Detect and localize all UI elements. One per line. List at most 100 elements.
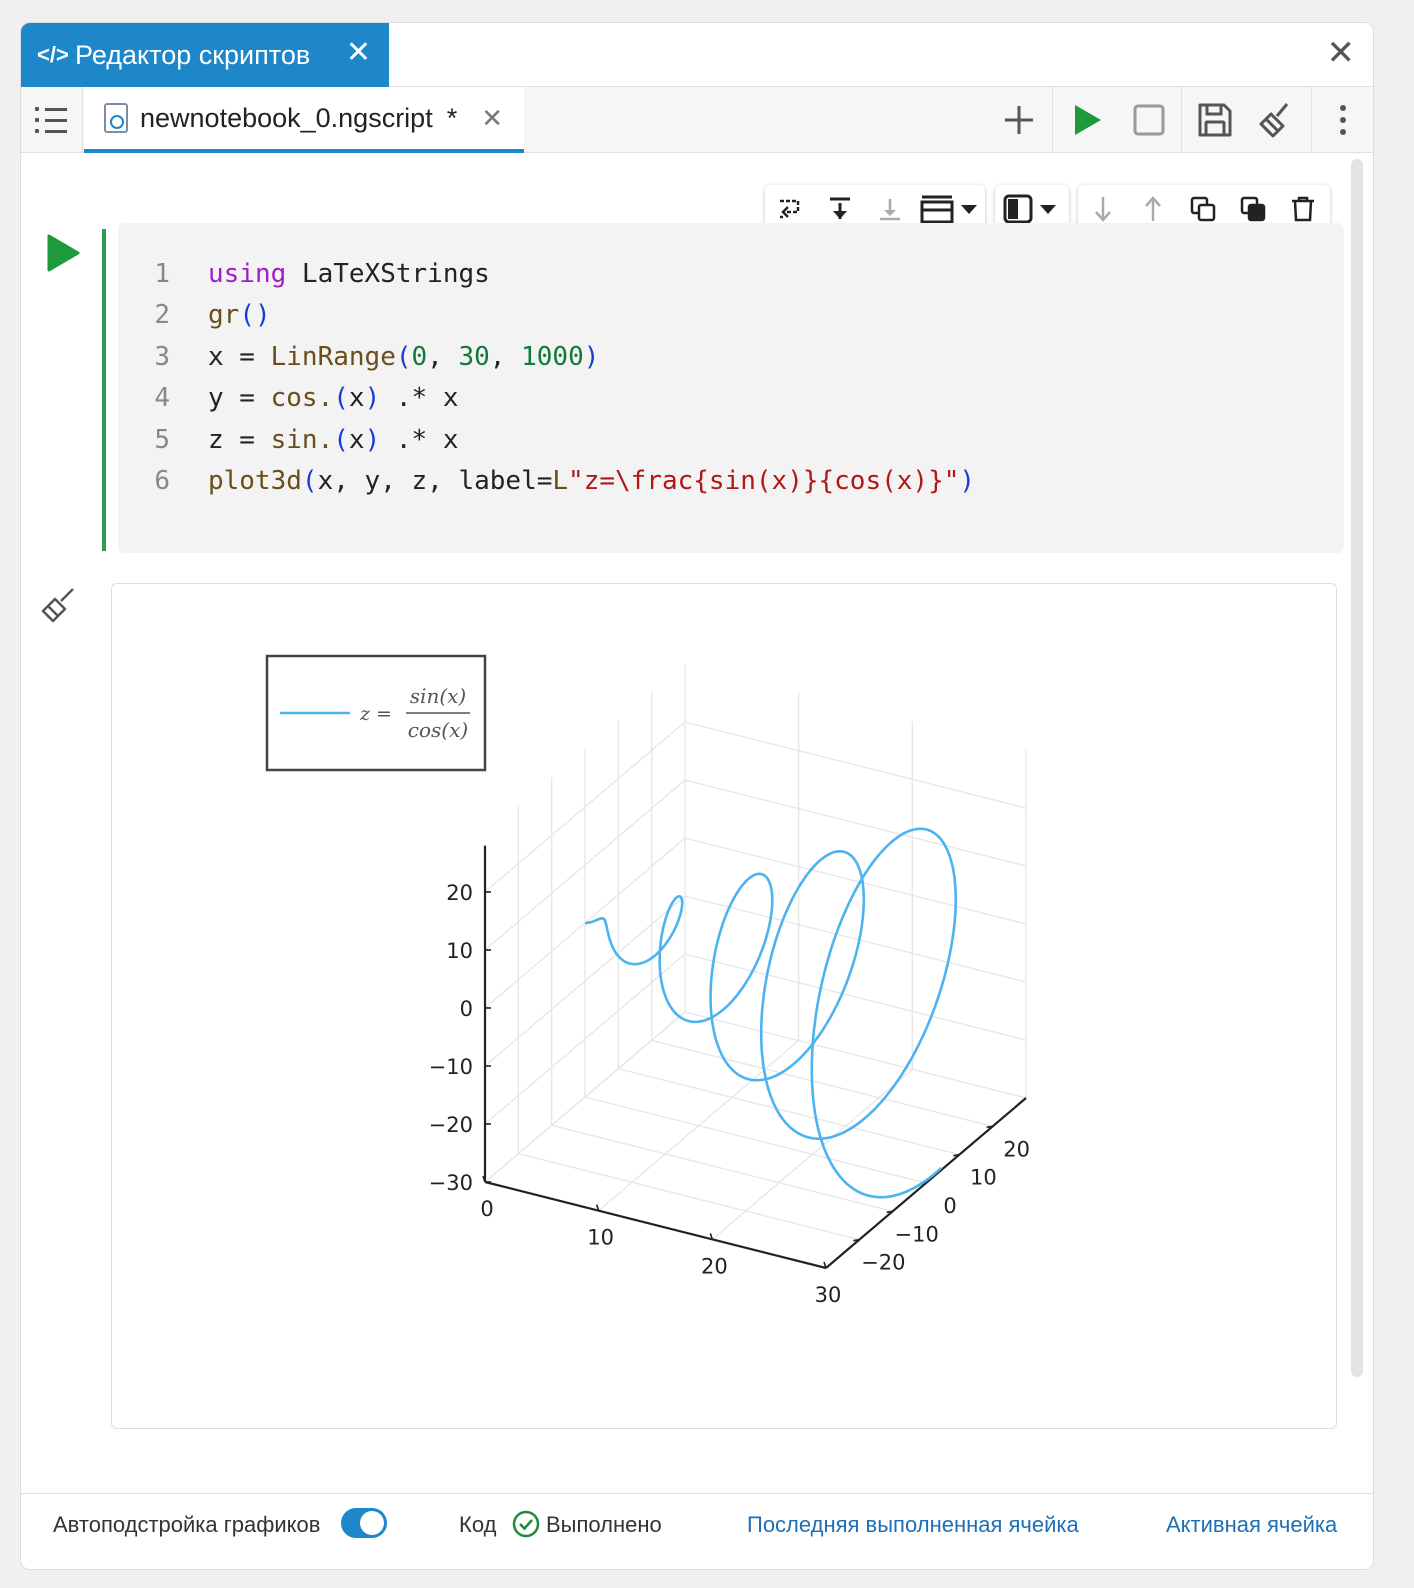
code-token: z = [208, 424, 271, 455]
kebab-menu-icon [1340, 105, 1346, 135]
script-file-icon [104, 103, 128, 133]
code-token: .* x [380, 383, 459, 414]
line-number: 2 [154, 300, 170, 331]
outline-menu-button[interactable] [21, 87, 83, 153]
y-tick-mark [886, 1210, 893, 1214]
broom-icon [1259, 103, 1289, 138]
file-tab-close-icon[interactable]: ✕ [481, 103, 503, 134]
code-token: ) [364, 383, 381, 414]
y-tick-label: 20 [1003, 1137, 1030, 1161]
y-tick-label: 10 [970, 1166, 997, 1190]
grid-line [651, 1039, 993, 1127]
clear-output-button[interactable] [37, 585, 77, 630]
y-tick-label: −10 [895, 1222, 939, 1246]
save-button[interactable] [1183, 87, 1247, 153]
z-tick-label: 20 [446, 881, 473, 905]
run-cell-button[interactable] [45, 233, 81, 278]
grid-line [518, 1153, 860, 1241]
code-token: ) [364, 424, 381, 455]
play-icon [47, 234, 80, 272]
active-cell-link[interactable]: Активная ячейка [1166, 1510, 1337, 1540]
legend-lhs: z = [359, 703, 392, 725]
check-circle-icon [512, 1510, 540, 1538]
y-tick-mark [853, 1238, 860, 1242]
run-all-button[interactable] [1055, 87, 1119, 153]
clear-outputs-button[interactable] [1245, 87, 1309, 153]
x-tick-label: 0 [480, 1197, 493, 1221]
code-line: 3 x = LinRange(0, 30, 1000) [118, 336, 975, 378]
code-token: ( [395, 341, 412, 372]
autofit-label: Автоподстройка графиков [53, 1512, 321, 1537]
grid-line [684, 1011, 1027, 1099]
stop-icon [1133, 104, 1165, 136]
plot3d-figure: −30−20−10010200102030−20−1001020 z = sin… [265, 654, 1030, 1307]
code-editor[interactable]: 1 using LaTeXStrings 2 gr() 3 x = LinRan… [118, 223, 1344, 553]
code-token: 0 [411, 341, 428, 372]
cell-output: −30 −20 −10 0 10 20 0 10 20 30 −20 −10 0 10 20 z = sin… [111, 583, 1337, 1429]
add-cell-button[interactable] [987, 87, 1051, 153]
play-icon [1075, 105, 1101, 135]
x-tick-label: 10 [587, 1226, 614, 1250]
save-icon [1198, 103, 1232, 137]
code-line: 1 using LaTeXStrings [118, 253, 975, 295]
code-token: ) [583, 341, 600, 372]
code-token: x [348, 424, 365, 455]
execution-status: Выполнено [546, 1512, 662, 1537]
code-line: 2 gr() [118, 295, 975, 337]
code-token: ) [959, 466, 976, 497]
arrow-to-bottom-icon [830, 197, 850, 219]
code-token: plot3d [208, 466, 302, 497]
line-number: 1 [154, 258, 170, 289]
grid-line [551, 1124, 893, 1212]
file-tab-name: newnotebook_0.ngscript [140, 102, 433, 133]
stop-button[interactable] [1117, 87, 1181, 153]
code-token: ( [333, 383, 349, 414]
code-line: 6 plot3d(x, y, z, label= L "z=\frac{sin(x)… [118, 461, 975, 503]
y-tick-label: −20 [861, 1251, 905, 1275]
status-bar: Автоподстройка графиков Код Выполнено По… [21, 1493, 1373, 1569]
code-token: ( [301, 466, 318, 497]
autofit-toggle[interactable] [341, 1508, 387, 1538]
code-line: 5 z = sin.(x) .* x [118, 419, 975, 461]
code-token: x = [208, 341, 271, 372]
arrow-down-icon [1095, 197, 1111, 222]
code-icon: </> [37, 42, 69, 67]
x-axis [484, 1180, 827, 1270]
tab-notebook-file[interactable]: newnotebook_0.ngscript * ✕ [84, 87, 524, 153]
grid-line [684, 721, 1027, 809]
duplicate-icon [1240, 196, 1266, 222]
script-editor-window: </> Редактор скриптов ✕ ✕ newnotebook_0.… [20, 22, 1374, 1570]
legend-denominator: cos(x) [408, 718, 468, 742]
z-tick-label: 0 [460, 997, 473, 1021]
x-tick-label: 20 [701, 1254, 728, 1278]
code-token: y = [208, 383, 271, 414]
code-token: 30 [458, 341, 490, 372]
copy-icon [1190, 196, 1216, 222]
code-label: Код [459, 1512, 497, 1537]
code-token: LaTeXStrings [286, 258, 490, 289]
last-executed-cell-link[interactable]: Последняя выполненная ячейка [747, 1510, 1079, 1540]
tab-close-icon[interactable]: ✕ [346, 35, 371, 70]
grid-line [684, 779, 1027, 867]
toggle-knob [360, 1511, 384, 1535]
wrap-arrow-icon [780, 199, 800, 219]
y-tick-mark [953, 1153, 960, 1157]
vertical-scrollbar[interactable] [1351, 159, 1363, 1377]
code-token: LinRange [270, 341, 396, 372]
code-token: 1000 [521, 341, 584, 372]
line-number: 5 [154, 424, 170, 455]
line-number: 4 [154, 383, 170, 414]
code-token: , [427, 341, 459, 372]
arrow-up-icon [1145, 196, 1161, 221]
window-close-icon[interactable]: ✕ [1327, 33, 1356, 73]
tab-script-editor[interactable]: </> Редактор скриптов ✕ [21, 23, 389, 87]
plus-icon [1005, 106, 1033, 134]
code-lines: 1 using LaTeXStrings 2 gr() 3 x = LinRan… [118, 253, 975, 502]
broom-icon [41, 588, 74, 623]
grid-line [618, 1068, 960, 1156]
more-options-button[interactable] [1313, 87, 1373, 153]
legend-numerator: sin(x) [410, 684, 466, 708]
trash-icon [1292, 196, 1314, 222]
code-token: .* x [380, 424, 459, 455]
code-token: "z=\frac{sin(x)}{cos(x)}" [568, 466, 960, 497]
